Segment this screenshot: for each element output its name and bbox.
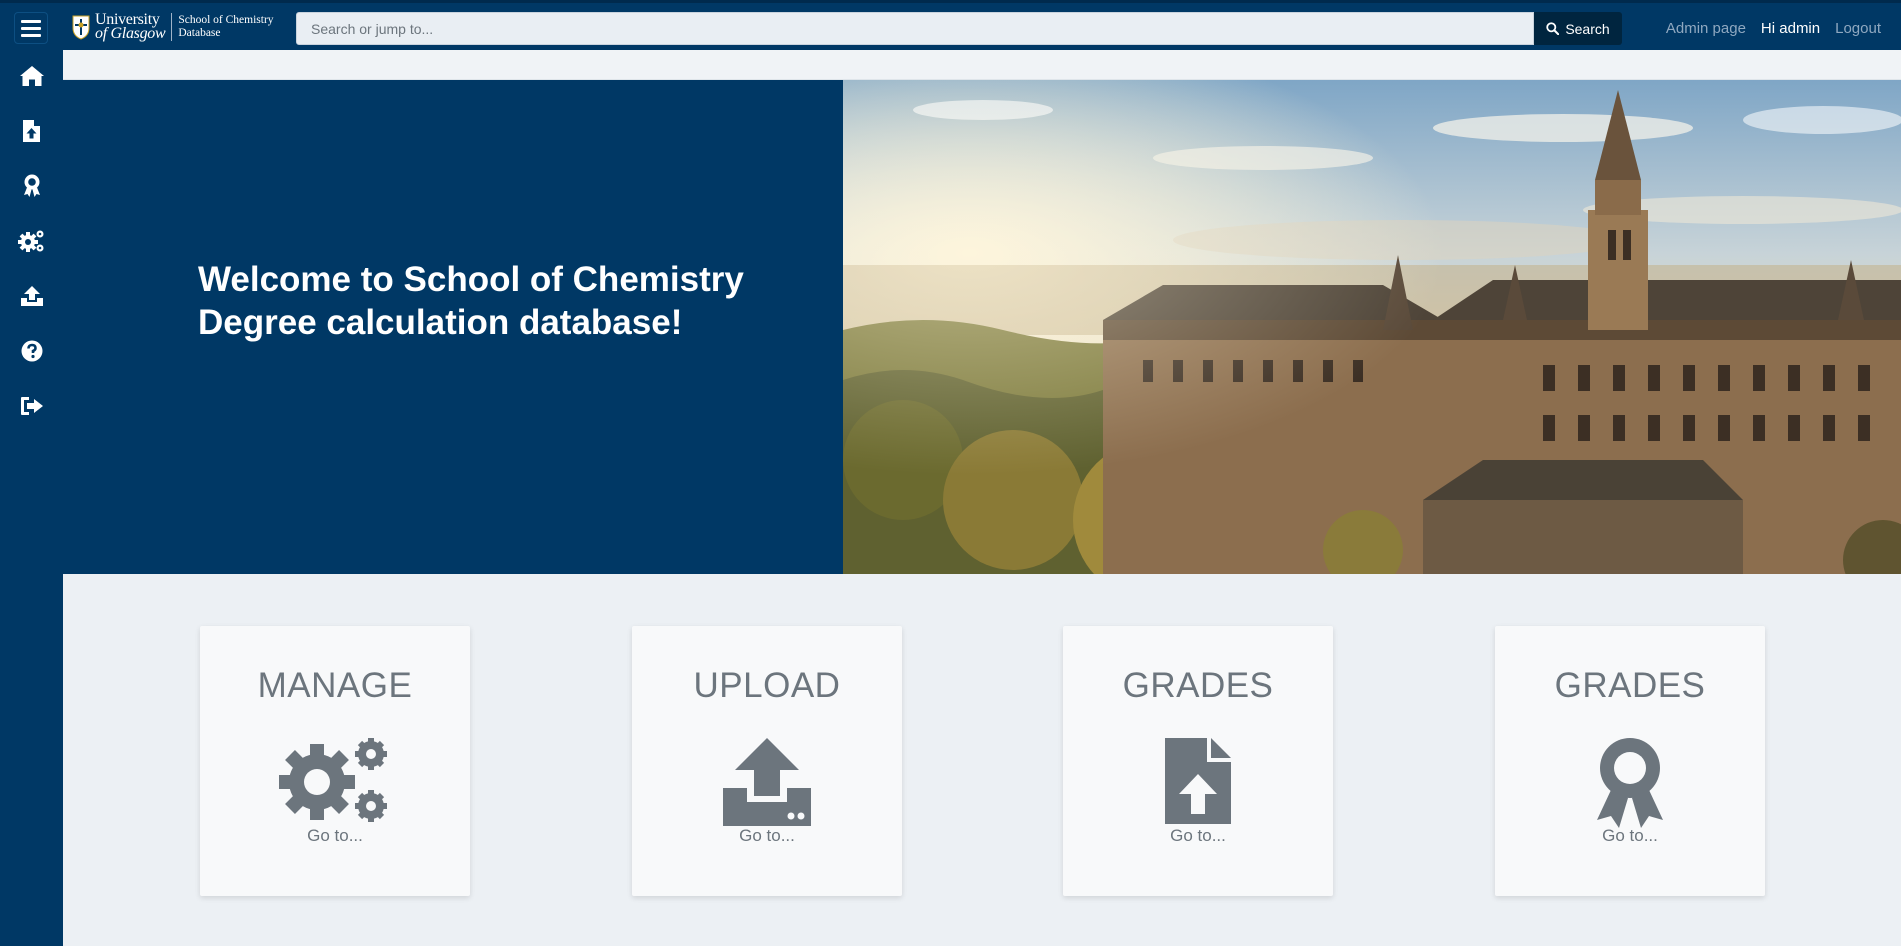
upload-icon	[723, 738, 811, 826]
top-links: Admin page Hi admin Logout	[1666, 3, 1881, 53]
upload-icon	[20, 286, 43, 306]
card-title: UPLOAD	[693, 666, 841, 705]
card-icon	[1063, 736, 1333, 826]
top-navbar: University of Glasgow School of Chemistr…	[0, 0, 1901, 50]
card-icon	[1495, 736, 1765, 828]
card-icon	[632, 736, 902, 826]
user-greeting: Hi admin	[1760, 19, 1821, 37]
grades-upload-card[interactable]: GRADES Go to...	[1063, 626, 1333, 896]
award-icon	[23, 174, 40, 197]
campus-photo	[843, 80, 1901, 574]
admin-page-link[interactable]: Admin page	[1666, 20, 1746, 37]
search-input[interactable]	[296, 12, 1534, 45]
cogs-icon	[279, 738, 387, 822]
file-upload-icon	[23, 120, 40, 142]
card-title: GRADES	[1122, 666, 1274, 705]
sidebar-item-file-upload[interactable]	[0, 111, 63, 151]
go-to-link[interactable]: Go to...	[1063, 826, 1333, 846]
card-icon	[200, 736, 470, 824]
go-to-link[interactable]: Go to...	[200, 826, 470, 846]
university-line-2: of Glasgow	[95, 25, 166, 42]
sidebar-item-sign-out[interactable]	[0, 386, 63, 426]
search-icon	[1546, 22, 1560, 35]
upload-card[interactable]: UPLOAD Go to...	[632, 626, 902, 896]
hamburger-bar	[21, 19, 41, 23]
hero-title: Welcome to School of Chemistry Degree ca…	[198, 260, 744, 342]
header-strip	[63, 50, 1901, 80]
sidebar-item-upload[interactable]	[0, 276, 63, 316]
hamburger-menu-button[interactable]	[14, 12, 48, 44]
hamburger-bar	[21, 26, 41, 30]
sidebar-item-home[interactable]	[0, 56, 63, 96]
search-button[interactable]: Search	[1534, 12, 1622, 45]
question-circle-icon	[21, 340, 42, 362]
university-name: University of Glasgow	[95, 12, 173, 42]
university-logo[interactable]: University of Glasgow School of Chemistr…	[71, 11, 274, 43]
logout-link[interactable]: Logout	[1835, 20, 1881, 37]
home-icon	[19, 66, 44, 86]
sidebar	[0, 50, 63, 946]
sign-out-icon	[20, 397, 43, 415]
sidebar-item-help[interactable]	[0, 331, 63, 371]
card-title: GRADES	[1554, 666, 1706, 705]
manage-card[interactable]: MANAGE Go to...	[200, 626, 470, 896]
hamburger-bar	[21, 33, 41, 37]
card-title: MANAGE	[257, 666, 413, 705]
university-line-2-text: of Glasgow	[95, 25, 166, 42]
school-line-1: School of Chemistry	[178, 14, 274, 26]
school-name: School of Chemistry Database	[178, 14, 273, 40]
sidebar-item-settings[interactable]	[0, 221, 63, 261]
go-to-link[interactable]: Go to...	[1495, 826, 1765, 846]
sidebar-item-awards[interactable]	[0, 166, 63, 206]
crest-icon	[72, 15, 90, 40]
go-to-link[interactable]: Go to...	[632, 826, 902, 846]
grades-award-card[interactable]: GRADES Go to...	[1495, 626, 1765, 896]
file-upload-icon	[1165, 738, 1231, 824]
school-line-2: Database	[178, 27, 221, 39]
cogs-icon	[17, 230, 43, 252]
search-button-label: Search	[1565, 20, 1610, 37]
award-icon	[1597, 738, 1663, 828]
campus-photo-illustration	[843, 80, 1901, 574]
